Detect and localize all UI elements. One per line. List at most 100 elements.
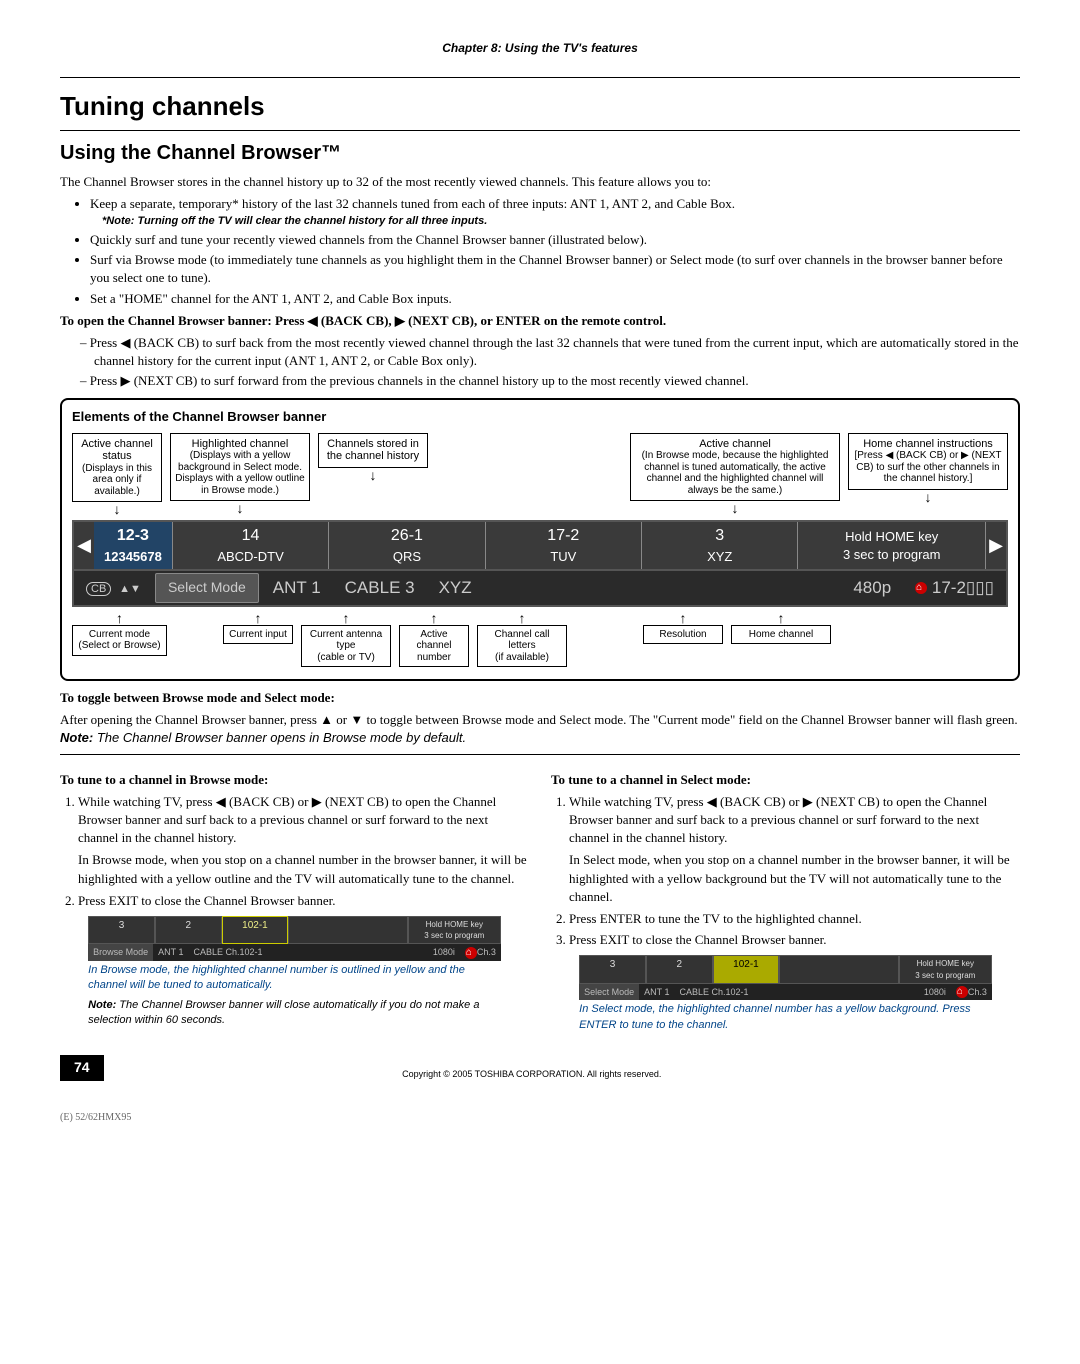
two-column-instructions: To tune to a channel in Browse mode: Whi…: [60, 763, 1020, 1037]
browse-step-1b: In Browse mode, when you stop on a chann…: [78, 851, 529, 887]
rule-mid: [60, 754, 1020, 755]
arrow-up-icon: ↑: [477, 611, 567, 625]
mini-cell-empty: [779, 955, 898, 983]
arrow-down-icon: ↓: [72, 502, 162, 516]
arrow-up-icon: ↑: [643, 611, 723, 625]
select-heading: To tune to a channel in Select mode:: [551, 771, 1020, 789]
callout-antenna-type: Current antenna type (cable or TV): [301, 625, 391, 668]
mini-cell-empty: [288, 916, 407, 944]
open-instruction: To open the Channel Browser banner: Pres…: [60, 312, 1020, 330]
updown-icon: ▲▼: [119, 583, 141, 595]
select-step-3: Press EXIT to close the Channel Browser …: [569, 931, 1020, 949]
select-step-2: Press ENTER to tune the TV to the highli…: [569, 910, 1020, 928]
callout-home-channel: Home channel: [731, 625, 831, 645]
bullet-1-text: Keep a separate, temporary* history of t…: [90, 196, 735, 211]
arrow-up-icon: ↑: [731, 611, 831, 625]
section-title: Using the Channel Browser™: [60, 139, 1020, 167]
browse-steps: While watching TV, press ◀ (BACK CB) or …: [78, 793, 529, 910]
arrow-up-icon: ↑: [301, 611, 391, 625]
arrow-up-icon: ↑: [72, 611, 167, 625]
doc-code: (E) 52/62HMX95: [60, 1111, 1020, 1125]
rule-top: [60, 77, 1020, 78]
browse-heading: To tune to a channel in Browse mode:: [60, 771, 529, 789]
browse-step-1: While watching TV, press ◀ (BACK CB) or …: [78, 793, 529, 888]
copyright: Copyright © 2005 TOSHIBA CORPORATION. Al…: [104, 1068, 960, 1081]
press-instructions: – Press ◀ (BACK CB) to surf back from th…: [80, 334, 1020, 391]
mini-mode: Select Mode: [579, 984, 639, 1001]
mini-cell: 3: [88, 916, 155, 944]
footer: 74 Copyright © 2005 TOSHIBA CORPORATION.…: [60, 1055, 1020, 1081]
callout-home-instr: Home channel instructions [Press ◀ (BACK…: [848, 433, 1008, 490]
callout-active-channel: Active channel (In Browse mode, because …: [630, 433, 840, 502]
browse-step-2: Press EXIT to close the Channel Browser …: [78, 892, 529, 910]
callout-resolution: Resolution: [643, 625, 723, 645]
status-antenna: CABLE 3: [333, 572, 427, 604]
status-resolution: 480p: [841, 572, 903, 604]
banner-cell-4: 17-2 TUV: [486, 522, 642, 569]
arrow-down-icon: ↓: [630, 501, 840, 515]
select-step-1b: In Select mode, when you stop on a chann…: [569, 851, 1020, 906]
press-back: – Press ◀ (BACK CB) to surf back from th…: [80, 334, 1020, 370]
press-next: – Press ▶ (NEXT CB) to surf forward from…: [80, 372, 1020, 390]
select-caption: In Select mode, the highlighted channel …: [579, 1002, 992, 1033]
bullet-1: Keep a separate, temporary* history of t…: [90, 195, 1020, 229]
toggle-heading: To toggle between Browse mode and Select…: [60, 689, 1020, 707]
banner-cell-2: 14 ABCD-DTV: [173, 522, 329, 569]
mini-res: 1080i: [428, 944, 460, 961]
select-column: To tune to a channel in Select mode: Whi…: [551, 763, 1020, 1037]
browse-note: Note: The Channel Browser banner will cl…: [88, 998, 501, 1029]
status-call: XYZ: [427, 572, 842, 604]
tri-right-icon: ▶: [986, 522, 1006, 569]
callout-stored: Channels stored in the channel history: [318, 433, 428, 468]
callout-call-letters: Channel call letters (if available): [477, 625, 567, 668]
banner-cell-5: 3 XYZ: [642, 522, 798, 569]
mini-home: Ch.3: [951, 984, 992, 1001]
page-title: Tuning channels: [60, 88, 1020, 124]
home-icon: [915, 582, 927, 594]
mini-mode: Browse Mode: [88, 944, 153, 961]
mini-banner-select: 3 2 102-1 Hold HOME key 3 sec to program…: [579, 955, 992, 1000]
diagram-elements: Elements of the Channel Browser banner A…: [60, 398, 1020, 681]
chapter-header: Chapter 8: Using the TV's features: [60, 40, 1020, 57]
callout-highlighted: Highlighted channel (Displays with a yel…: [170, 433, 310, 502]
mini-cell-hold: Hold HOME key 3 sec to program: [408, 916, 501, 944]
status-mode: Select Mode: [155, 573, 259, 603]
callout-current-input: Current input: [223, 625, 293, 645]
mini-cell: 2: [646, 955, 713, 983]
bottom-callouts-row: ↑ Current mode (Select or Browse) ↑ Curr…: [72, 611, 1008, 668]
status-cb: CB ▲▼: [74, 574, 153, 602]
bullet-2: Quickly surf and tune your recently view…: [90, 231, 1020, 249]
cb-badge-icon: CB: [86, 582, 111, 596]
callout-current-mode: Current mode (Select or Browse): [72, 625, 167, 656]
arrow-up-icon: ↑: [399, 611, 469, 625]
tri-left-icon: ◀: [74, 522, 94, 569]
mini-info: CABLE Ch.102-1: [189, 944, 428, 961]
banner-cell-home: Hold HOME key 3 sec to program: [798, 522, 986, 569]
diagram-title: Elements of the Channel Browser banner: [72, 408, 1008, 426]
arrow-down-icon: ↓: [318, 468, 428, 482]
status-row: CB ▲▼ Select Mode ANT 1 CABLE 3 XYZ 480p…: [72, 571, 1008, 607]
top-callouts-row: Active channel status (Displays in this …: [72, 433, 1008, 517]
banner-row: ◀ 12-3 12345678 14 ABCD-DTV 26-1 QRS 17-…: [72, 520, 1008, 571]
mini-cell-hold: Hold HOME key 3 sec to program: [899, 955, 992, 983]
rule-h1: [60, 130, 1020, 131]
mini-ant: ANT 1: [639, 984, 674, 1001]
page-number: 74: [60, 1055, 104, 1081]
status-input: ANT 1: [261, 572, 333, 604]
arrow-up-icon: ↑: [223, 611, 293, 625]
browse-caption: In Browse mode, the highlighted channel …: [88, 963, 501, 994]
mini-info: CABLE Ch.102-1: [675, 984, 919, 1001]
banner-cell-3: 26-1 QRS: [329, 522, 485, 569]
mini-cell: 3: [579, 955, 646, 983]
banner-cell-1: 12-3 12345678: [94, 522, 173, 569]
bullet-3: Surf via Browse mode (to immediately tun…: [90, 251, 1020, 287]
bullet-4: Set a "HOME" channel for the ANT 1, ANT …: [90, 290, 1020, 308]
feature-bullets: Keep a separate, temporary* history of t…: [90, 195, 1020, 307]
home-icon: [956, 986, 968, 998]
mini-cell-highlighted: 102-1: [222, 916, 289, 944]
mini-home: Ch.3: [460, 944, 501, 961]
arrow-down-icon: ↓: [170, 501, 310, 515]
browse-column: To tune to a channel in Browse mode: Whi…: [60, 763, 529, 1037]
intro-text: The Channel Browser stores in the channe…: [60, 173, 1020, 191]
select-steps: While watching TV, press ◀ (BACK CB) or …: [569, 793, 1020, 950]
